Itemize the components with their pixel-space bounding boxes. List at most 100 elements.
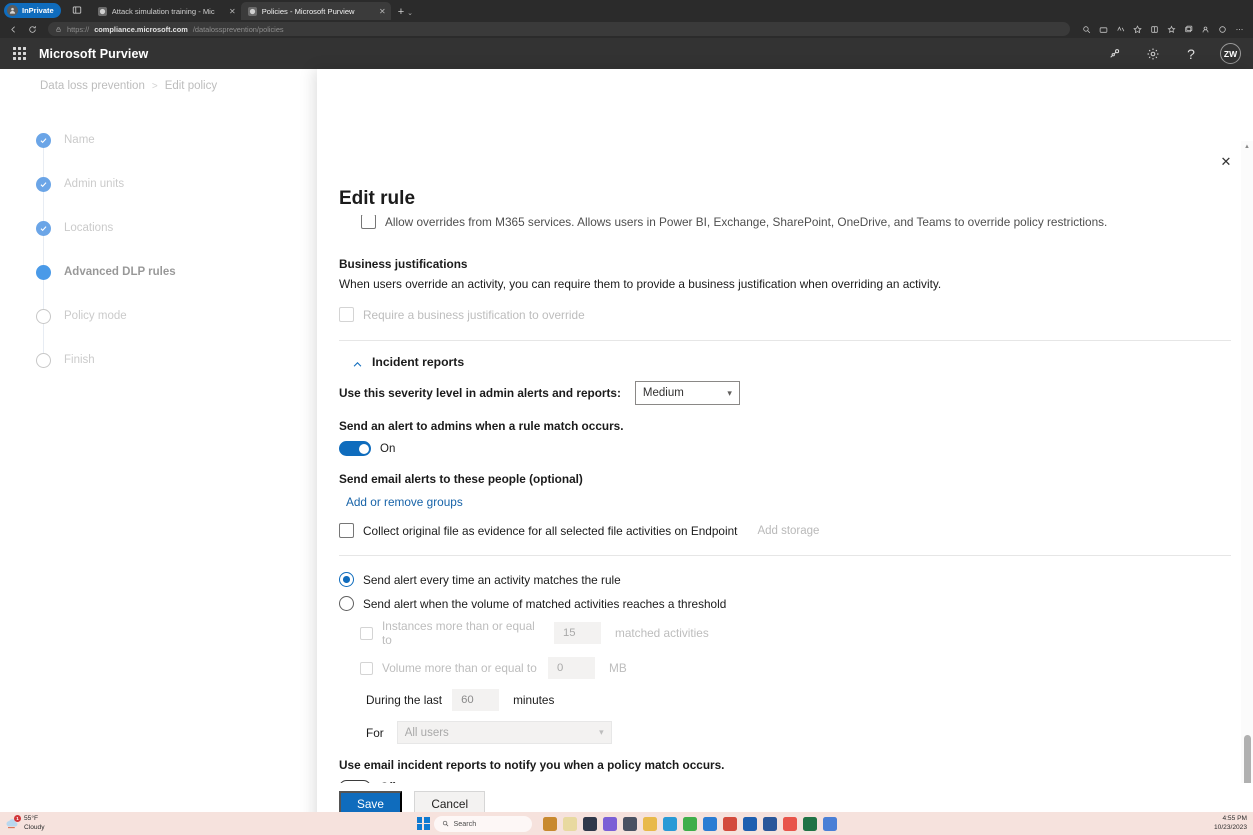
browser-tab-attack-simulation[interactable]: Attack simulation training - Mic ✕ <box>91 2 241 20</box>
volume-checkbox[interactable] <box>360 662 373 675</box>
browser-essentials-icon[interactable] <box>1181 22 1196 36</box>
browser-toolbar: https://compliance.microsoft.com/datalos… <box>0 20 1253 38</box>
weather-widget[interactable]: 1 55°F Cloudy <box>5 815 45 831</box>
allow-overrides-row[interactable]: Allow overrides from M365 services. Allo… <box>361 215 1191 229</box>
radio-every-time[interactable] <box>339 572 354 587</box>
taskbar-app-briefcase-icon[interactable] <box>543 817 557 831</box>
system-tray: 4:55 PM 10/23/2023 <box>1214 815 1247 832</box>
require-justification-checkbox[interactable] <box>339 307 354 322</box>
taskbar-app-chat-icon[interactable] <box>603 817 617 831</box>
taskbar-clock[interactable]: 4:55 PM 10/23/2023 <box>1214 815 1247 832</box>
radio-threshold[interactable] <box>339 596 354 611</box>
notification-badge: 1 <box>14 815 21 822</box>
page-body: Data loss prevention > Edit policy Name … <box>0 69 1253 835</box>
browser-chrome: InPrivate Attack simulation training - M… <box>0 0 1253 38</box>
add-storage-link[interactable]: Add storage <box>757 525 819 537</box>
avatar[interactable]: ZW <box>1220 43 1241 64</box>
sidebar-item-advanced-dlp-rules[interactable]: Advanced DLP rules <box>36 265 286 309</box>
sidebar-item-admin-units[interactable]: Admin units <box>36 177 286 221</box>
instances-input[interactable]: 15 <box>554 622 601 644</box>
breadcrumb-separator-icon: > <box>152 81 158 92</box>
tab-list-dropdown-icon[interactable]: ⌄ <box>407 9 413 17</box>
for-users-select[interactable]: All users ▾ <box>397 721 612 744</box>
check-icon <box>36 177 51 192</box>
start-button-icon[interactable] <box>417 817 430 830</box>
radio-every-time-row[interactable]: Send alert every time an activity matche… <box>339 572 1231 587</box>
diagnostics-icon[interactable] <box>1102 41 1128 67</box>
allow-overrides-checkbox[interactable] <box>361 215 376 229</box>
clock-time: 4:55 PM <box>1214 815 1247 824</box>
taskbar-app-powerpoint-icon[interactable] <box>783 817 797 831</box>
taskbar-app-onenote-icon[interactable] <box>823 817 837 831</box>
app-launcher-waffle-icon[interactable] <box>12 46 27 61</box>
back-icon[interactable] <box>6 22 20 36</box>
help-icon[interactable]: ? <box>1178 41 1204 67</box>
taskbar-app-edge-icon[interactable] <box>663 817 677 831</box>
taskbar-app-excel-icon[interactable] <box>803 817 817 831</box>
reload-icon[interactable] <box>25 22 39 36</box>
instances-checkbox[interactable] <box>360 627 373 640</box>
radio-every-time-label: Send alert every time an activity matche… <box>363 573 621 587</box>
tab-close-icon[interactable]: ✕ <box>229 7 236 16</box>
severity-select[interactable]: Medium ▾ <box>635 381 740 405</box>
breadcrumb-root[interactable]: Data loss prevention <box>40 80 145 92</box>
instances-threshold-row[interactable]: Instances more than or equal to 15 match… <box>360 619 1231 647</box>
inprivate-indicator[interactable]: InPrivate <box>4 3 61 18</box>
new-tab-button[interactable]: + <box>398 6 404 18</box>
incident-reports-section-header[interactable]: Incident reports <box>352 355 1231 369</box>
gear-icon[interactable] <box>1140 41 1166 67</box>
copilot-icon[interactable] <box>1215 22 1230 36</box>
taskbar-app-chrome-icon[interactable] <box>683 817 697 831</box>
address-bar[interactable]: https://compliance.microsoft.com/datalos… <box>48 22 1070 36</box>
wizard-connector <box>43 192 44 221</box>
taskbar-app-terminal-icon[interactable] <box>583 817 597 831</box>
settings-more-icon[interactable] <box>1232 22 1247 36</box>
taskbar-app-word-icon[interactable] <box>763 817 777 831</box>
scroll-up-icon[interactable]: ▲ <box>1243 143 1251 151</box>
taskbar-app-explorer-icon[interactable] <box>643 817 657 831</box>
volume-input[interactable]: 0 <box>548 657 595 679</box>
browser-tab-policies[interactable]: Policies - Microsoft Purview ✕ <box>241 2 391 20</box>
sidebar-item-locations[interactable]: Locations <box>36 221 286 265</box>
during-last-input[interactable]: 60 <box>452 689 499 711</box>
alert-admins-toggle-row[interactable]: On <box>339 441 1231 456</box>
taskbar-app-teams-icon[interactable] <box>703 817 717 831</box>
person-icon <box>7 5 18 16</box>
cloud-icon: 1 <box>5 816 20 831</box>
windows-taskbar: 1 55°F Cloudy Search <box>0 812 1253 835</box>
sidebar-item-name[interactable]: Name <box>36 133 286 177</box>
browser-tab-title: Policies - Microsoft Purview <box>262 7 374 16</box>
taskbar-app-photos-icon[interactable] <box>563 817 577 831</box>
collect-evidence-checkbox[interactable] <box>339 523 354 538</box>
sidebar-item-finish[interactable]: Finish <box>36 353 286 397</box>
alert-admins-toggle-label: On <box>380 443 395 455</box>
add-remove-groups-link[interactable]: Add or remove groups <box>346 495 1231 509</box>
favorites-bar-icon[interactable] <box>1164 22 1179 36</box>
close-icon[interactable]: ✕ <box>1215 151 1237 173</box>
during-last-label: During the last <box>366 693 442 707</box>
split-screen-icon[interactable] <box>67 2 87 18</box>
read-aloud-icon[interactable] <box>1113 22 1128 36</box>
sidebar-item-policy-mode[interactable]: Policy mode <box>36 309 286 353</box>
taskbar-app-settings-icon[interactable] <box>623 817 637 831</box>
taskbar-app-office-icon[interactable] <box>723 817 737 831</box>
collections-icon[interactable] <box>1147 22 1162 36</box>
collect-evidence-row[interactable]: Collect original file as evidence for al… <box>339 523 1231 538</box>
taskbar-search[interactable]: Search <box>434 816 532 832</box>
breadcrumb-current: Edit policy <box>165 80 217 92</box>
tab-close-icon[interactable]: ✕ <box>379 7 386 16</box>
volume-suffix: MB <box>609 661 627 675</box>
volume-threshold-row[interactable]: Volume more than or equal to 0 MB <box>360 657 1231 679</box>
wizard-step-label: Finish <box>64 354 95 366</box>
require-justification-row[interactable]: Require a business justification to over… <box>339 307 1231 322</box>
favorite-star-icon[interactable] <box>1130 22 1145 36</box>
empty-step-circle-icon <box>36 353 51 368</box>
taskbar-app-store-icon[interactable] <box>743 817 757 831</box>
wallet-icon[interactable] <box>1096 22 1111 36</box>
profile-icon[interactable] <box>1198 22 1213 36</box>
during-last-suffix: minutes <box>513 693 554 707</box>
alert-admins-toggle[interactable] <box>339 441 371 456</box>
chevron-up-icon[interactable] <box>352 357 363 368</box>
zoom-icon[interactable] <box>1079 22 1094 36</box>
radio-threshold-row[interactable]: Send alert when the volume of matched ac… <box>339 596 1231 611</box>
